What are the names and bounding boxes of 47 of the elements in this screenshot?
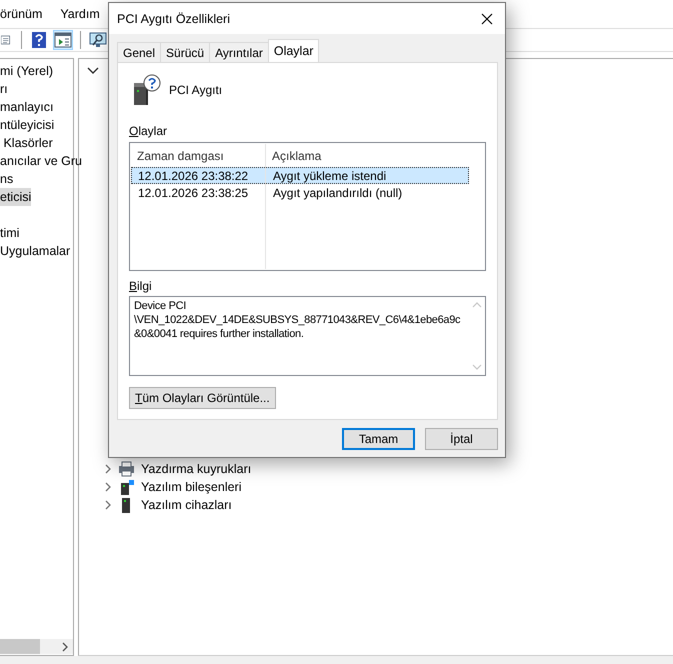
tree-item[interactable]: anıcılar ve Gru bbox=[0, 152, 82, 170]
window-icon-button[interactable] bbox=[53, 30, 73, 50]
tree-item[interactable]: ns bbox=[0, 170, 14, 188]
monitor-icon-button[interactable] bbox=[88, 30, 108, 50]
tree-item[interactable]: rı bbox=[0, 80, 8, 98]
menu-item[interactable]: örünüm bbox=[0, 7, 44, 21]
printer-icon bbox=[118, 461, 135, 477]
view-all-events-button[interactable]: Tüm Olayları Görüntüle... bbox=[129, 387, 276, 409]
tab[interactable]: Ayrıntılar bbox=[209, 42, 269, 62]
scrollbar-thumb[interactable] bbox=[0, 639, 40, 654]
tree-item[interactable]: Klasörler bbox=[0, 134, 53, 152]
tree-item[interactable]: ntüleyicisi bbox=[0, 116, 54, 134]
tree-item[interactable]: Yazdırma kuyrukları bbox=[141, 462, 252, 476]
tree-item[interactable]: manlayıcı bbox=[0, 98, 54, 116]
tab[interactable]: Genel bbox=[117, 42, 162, 62]
dialog-title: PCI Aygıtı Özellikleri bbox=[117, 12, 232, 26]
scroll-right-icon[interactable] bbox=[61, 640, 69, 652]
tree-item[interactable]: eticisi bbox=[0, 188, 32, 206]
expand-icon[interactable] bbox=[104, 499, 112, 511]
table-cell-text: 12.01.2026 23:38:25 bbox=[137, 186, 250, 200]
help-icon bbox=[30, 31, 48, 49]
tree-item[interactable]: Yazılım bileşenleri bbox=[141, 480, 242, 494]
section-label: Olaylar bbox=[129, 124, 168, 139]
tab[interactable]: Olaylar bbox=[268, 39, 320, 62]
collapse-icon[interactable] bbox=[87, 65, 99, 75]
tree-item[interactable]: timi bbox=[0, 224, 20, 242]
dialog-button[interactable]: İptal bbox=[425, 428, 498, 450]
column-header[interactable]: Zaman damgası bbox=[131, 148, 266, 162]
column-header[interactable]: Açıklama bbox=[266, 148, 322, 162]
table-cell-text: Aygıt yükleme istendi bbox=[272, 168, 386, 182]
menu-item[interactable]: Yardım bbox=[60, 7, 102, 21]
window-icon bbox=[54, 31, 72, 49]
close-icon bbox=[481, 12, 493, 24]
tree-item[interactable]: Yazılım cihazları bbox=[141, 498, 232, 512]
tree-item[interactable]: Uygulamalar bbox=[0, 242, 70, 260]
dialog-button[interactable]: Tamam bbox=[342, 428, 415, 450]
monitor-icon bbox=[89, 31, 107, 49]
expand-icon[interactable] bbox=[104, 481, 112, 493]
table-cell-text: 12.01.2026 23:38:22 bbox=[137, 168, 250, 182]
expand-icon[interactable] bbox=[104, 463, 112, 475]
table-cell-text: Aygıt yapılandırıldı (null) bbox=[272, 186, 402, 200]
help-icon-button[interactable] bbox=[29, 30, 49, 50]
tree-item[interactable]: mi (Yerel) bbox=[0, 62, 54, 80]
section-label: Bilgi bbox=[129, 279, 153, 294]
component-icon bbox=[118, 479, 135, 495]
device-name: PCI Aygıtı bbox=[169, 83, 222, 97]
info-text: Device PCI \VEN_1022&DEV_14DE&SUBSYS_88771043&REV_C6\4&1ebe6a9c &0&0041 requires further installation. bbox=[133, 299, 462, 342]
